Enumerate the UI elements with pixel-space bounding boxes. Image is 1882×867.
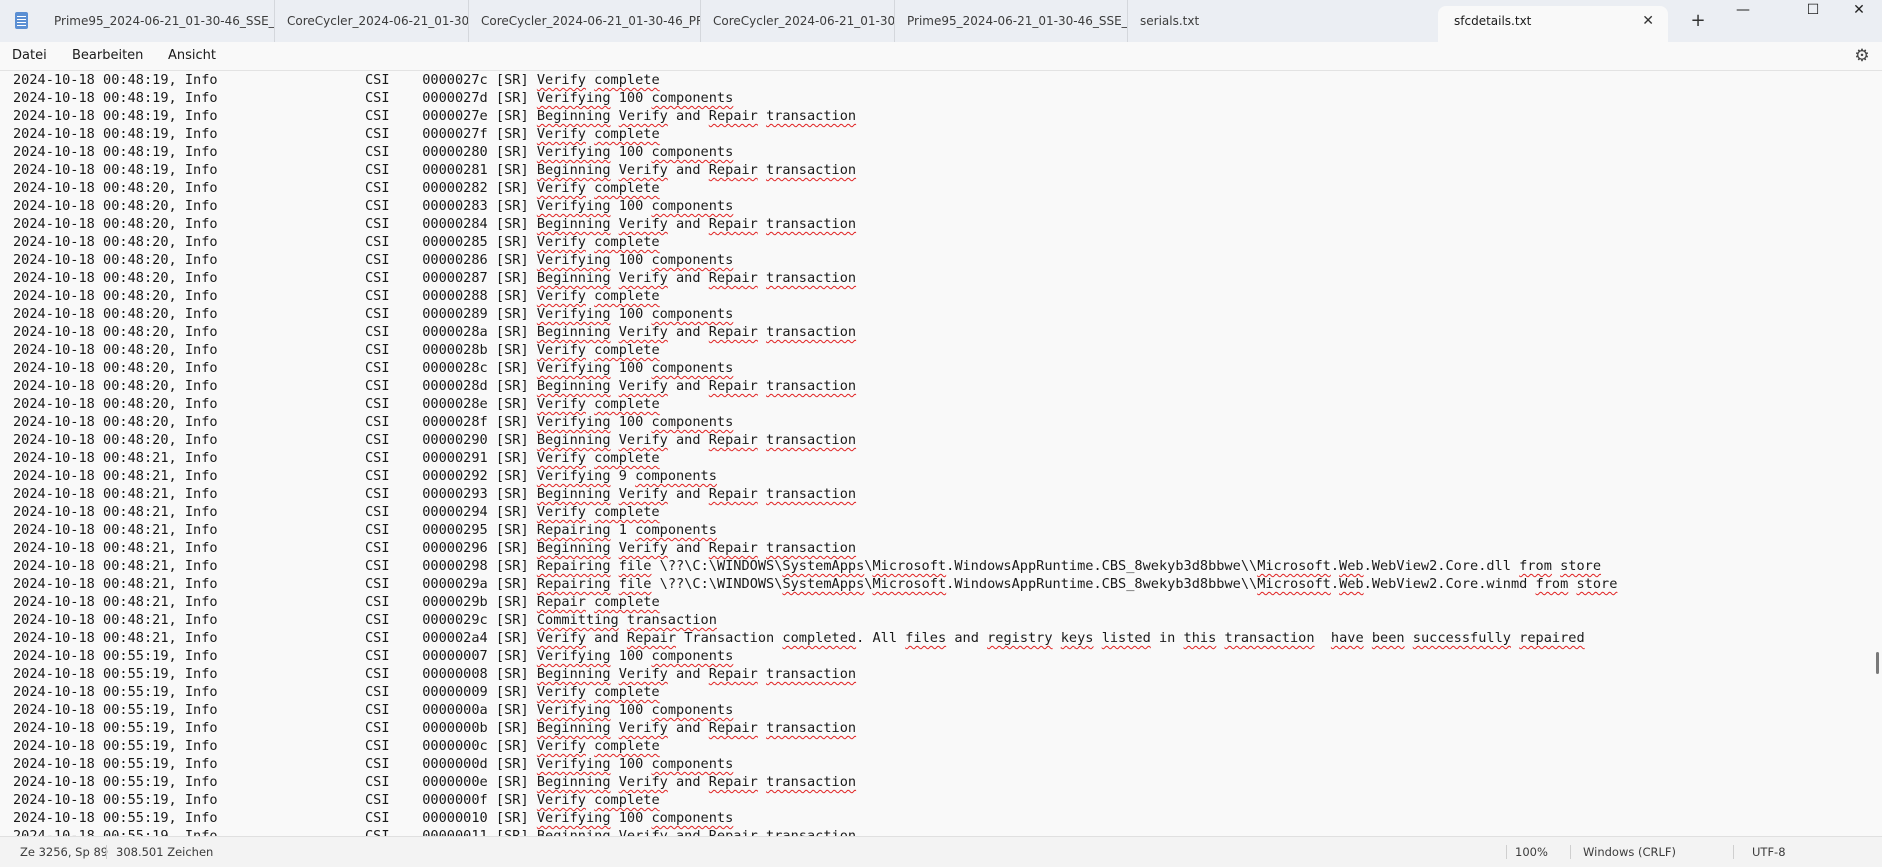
log-line: 2024-10-18 00:48:21, Info CSI 00000294 [… [13,504,660,520]
log-line: 2024-10-18 00:55:19, Info CSI 00000010 [… [13,810,734,826]
log-line: 2024-10-18 00:55:19, Info CSI 0000000b [… [13,720,857,736]
log-line: 2024-10-18 00:48:20, Info CSI 0000028d [… [13,378,857,394]
notepad-icon [15,12,28,29]
status-divider [1506,845,1507,859]
log-line: 2024-10-18 00:48:20, Info CSI 00000285 [… [13,234,660,250]
gear-icon[interactable]: ⚙ [1852,46,1872,66]
cursor-position: Ze 3256, Sp 89 [20,845,109,859]
log-line: 2024-10-18 00:55:19, Info CSI 00000009 [… [13,684,660,700]
log-line: 2024-10-18 00:55:19, Info CSI 0000000d [… [13,756,734,772]
menu-file[interactable]: Datei [12,42,47,70]
tab-prime95-2[interactable]: Prime95_2024-06-21_01-30-46_SSE_HUGE [895,0,1128,42]
active-tab-label: sfcdetails.txt [1454,14,1532,28]
tab-strip: Prime95_2024-06-21_01-30-46_SSE_HUGE Cor… [42,0,1228,42]
log-line: 2024-10-18 00:48:20, Info CSI 0000028b [… [13,342,660,358]
log-line: 2024-10-18 00:48:21, Info CSI 0000029b [… [13,594,660,610]
log-line: 2024-10-18 00:48:19, Info CSI 00000280 [… [13,144,734,160]
menu-edit[interactable]: Bearbeiten [72,42,143,70]
log-line: 2024-10-18 00:48:20, Info CSI 00000283 [… [13,198,734,214]
log-line: 2024-10-18 00:48:21, Info CSI 00000291 [… [13,450,660,466]
log-line: 2024-10-18 00:55:19, Info CSI 0000000a [… [13,702,734,718]
scrollbar-thumb[interactable] [1876,652,1879,674]
log-line: 2024-10-18 00:48:21, Info CSI 00000295 [… [13,522,717,538]
status-bar: Ze 3256, Sp 89 308.501 Zeichen 100% Wind… [0,836,1882,867]
log-line: 2024-10-18 00:48:20, Info CSI 00000289 [… [13,306,734,322]
log-line: 2024-10-18 00:48:21, Info CSI 00000298 [… [13,558,1602,574]
close-window-button[interactable]: ✕ [1836,0,1882,42]
log-line: 2024-10-18 00:48:20, Info CSI 00000284 [… [13,216,857,232]
log-line: 2024-10-18 00:48:19, Info CSI 0000027e [… [13,108,857,124]
close-tab-icon[interactable]: ✕ [1642,6,1654,36]
log-line: 2024-10-18 00:48:20, Info CSI 00000290 [… [13,432,857,448]
log-line: 2024-10-18 00:48:19, Info CSI 0000027c [… [13,72,660,88]
log-line: 2024-10-18 00:55:19, Info CSI 00000007 [… [13,648,734,664]
log-line: 2024-10-18 00:48:19, Info CSI 00000281 [… [13,162,857,178]
log-line: 2024-10-18 00:55:19, Info CSI 00000008 [… [13,666,857,682]
log-line: 2024-10-18 00:48:19, Info CSI 0000027d [… [13,90,734,106]
character-count: 308.501 Zeichen [116,845,214,859]
line-ending[interactable]: Windows (CRLF) [1583,837,1676,867]
log-line: 2024-10-18 00:55:19, Info CSI 0000000e [… [13,774,857,790]
log-line: 2024-10-18 00:48:21, Info CSI 0000029c [… [13,612,717,628]
log-line: 2024-10-18 00:48:20, Info CSI 0000028a [… [13,324,857,340]
log-line: 2024-10-18 00:48:20, Info CSI 00000282 [… [13,180,660,196]
log-line: 2024-10-18 00:48:20, Info CSI 00000287 [… [13,270,857,286]
log-line: 2024-10-18 00:48:21, Info CSI 00000296 [… [13,540,857,556]
minimize-button[interactable]: — [1720,0,1766,42]
log-line: 2024-10-18 00:48:20, Info CSI 00000288 [… [13,288,660,304]
log-line: 2024-10-18 00:48:21, Info CSI 000002a4 [… [13,630,1585,646]
log-line: 2024-10-18 00:48:20, Info CSI 0000028e [… [13,396,660,412]
title-bar: Prime95_2024-06-21_01-30-46_SSE_HUGE Cor… [0,0,1882,42]
tab-corecycler-2[interactable]: CoreCycler_2024-06-21_01-30-46_PRIME95 [469,0,701,42]
new-tab-button[interactable]: + [1682,6,1714,36]
log-line: 2024-10-18 00:48:21, Info CSI 00000292 [… [13,468,717,484]
status-divider [1733,845,1734,859]
maximize-button[interactable]: ☐ [1790,0,1836,42]
tab-sfcdetails-active[interactable]: sfcdetails.txt ✕ [1438,6,1668,42]
log-line: 2024-10-18 00:48:21, Info CSI 0000029a [… [13,576,1618,592]
encoding[interactable]: UTF-8 [1752,837,1786,867]
log-line: 2024-10-18 00:55:19, Info CSI 00000011 [… [13,828,857,836]
log-line: 2024-10-18 00:48:20, Info CSI 0000028f [… [13,414,734,430]
tab-corecycler-3[interactable]: CoreCycler_2024-06-21_01-30-46_PRIME95 [701,0,895,42]
log-line: 2024-10-18 00:48:19, Info CSI 0000027f [… [13,126,660,142]
status-divider [1570,845,1571,859]
log-line: 2024-10-18 00:48:20, Info CSI 0000028c [… [13,360,734,376]
log-line: 2024-10-18 00:48:20, Info CSI 00000286 [… [13,252,734,268]
tab-prime95-1[interactable]: Prime95_2024-06-21_01-30-46_SSE_HUGE [42,0,275,42]
log-line: 2024-10-18 00:55:19, Info CSI 0000000f [… [13,792,660,808]
zoom-level[interactable]: 100% [1515,837,1548,867]
text-editor[interactable]: 2024-10-18 00:48:19, Info CSI 0000027c [… [0,71,1882,836]
log-line: 2024-10-18 00:55:19, Info CSI 0000000c [… [13,738,660,754]
log-line: 2024-10-18 00:48:21, Info CSI 00000293 [… [13,486,857,502]
tab-corecycler-1[interactable]: CoreCycler_2024-06-21_01-30-46_PRIME95 [275,0,469,42]
status-divider [106,845,107,859]
menu-view[interactable]: Ansicht [168,42,216,70]
menu-bar: Datei Bearbeiten Ansicht ⚙ [0,42,1882,71]
tab-serials[interactable]: serials.txt [1128,0,1228,42]
